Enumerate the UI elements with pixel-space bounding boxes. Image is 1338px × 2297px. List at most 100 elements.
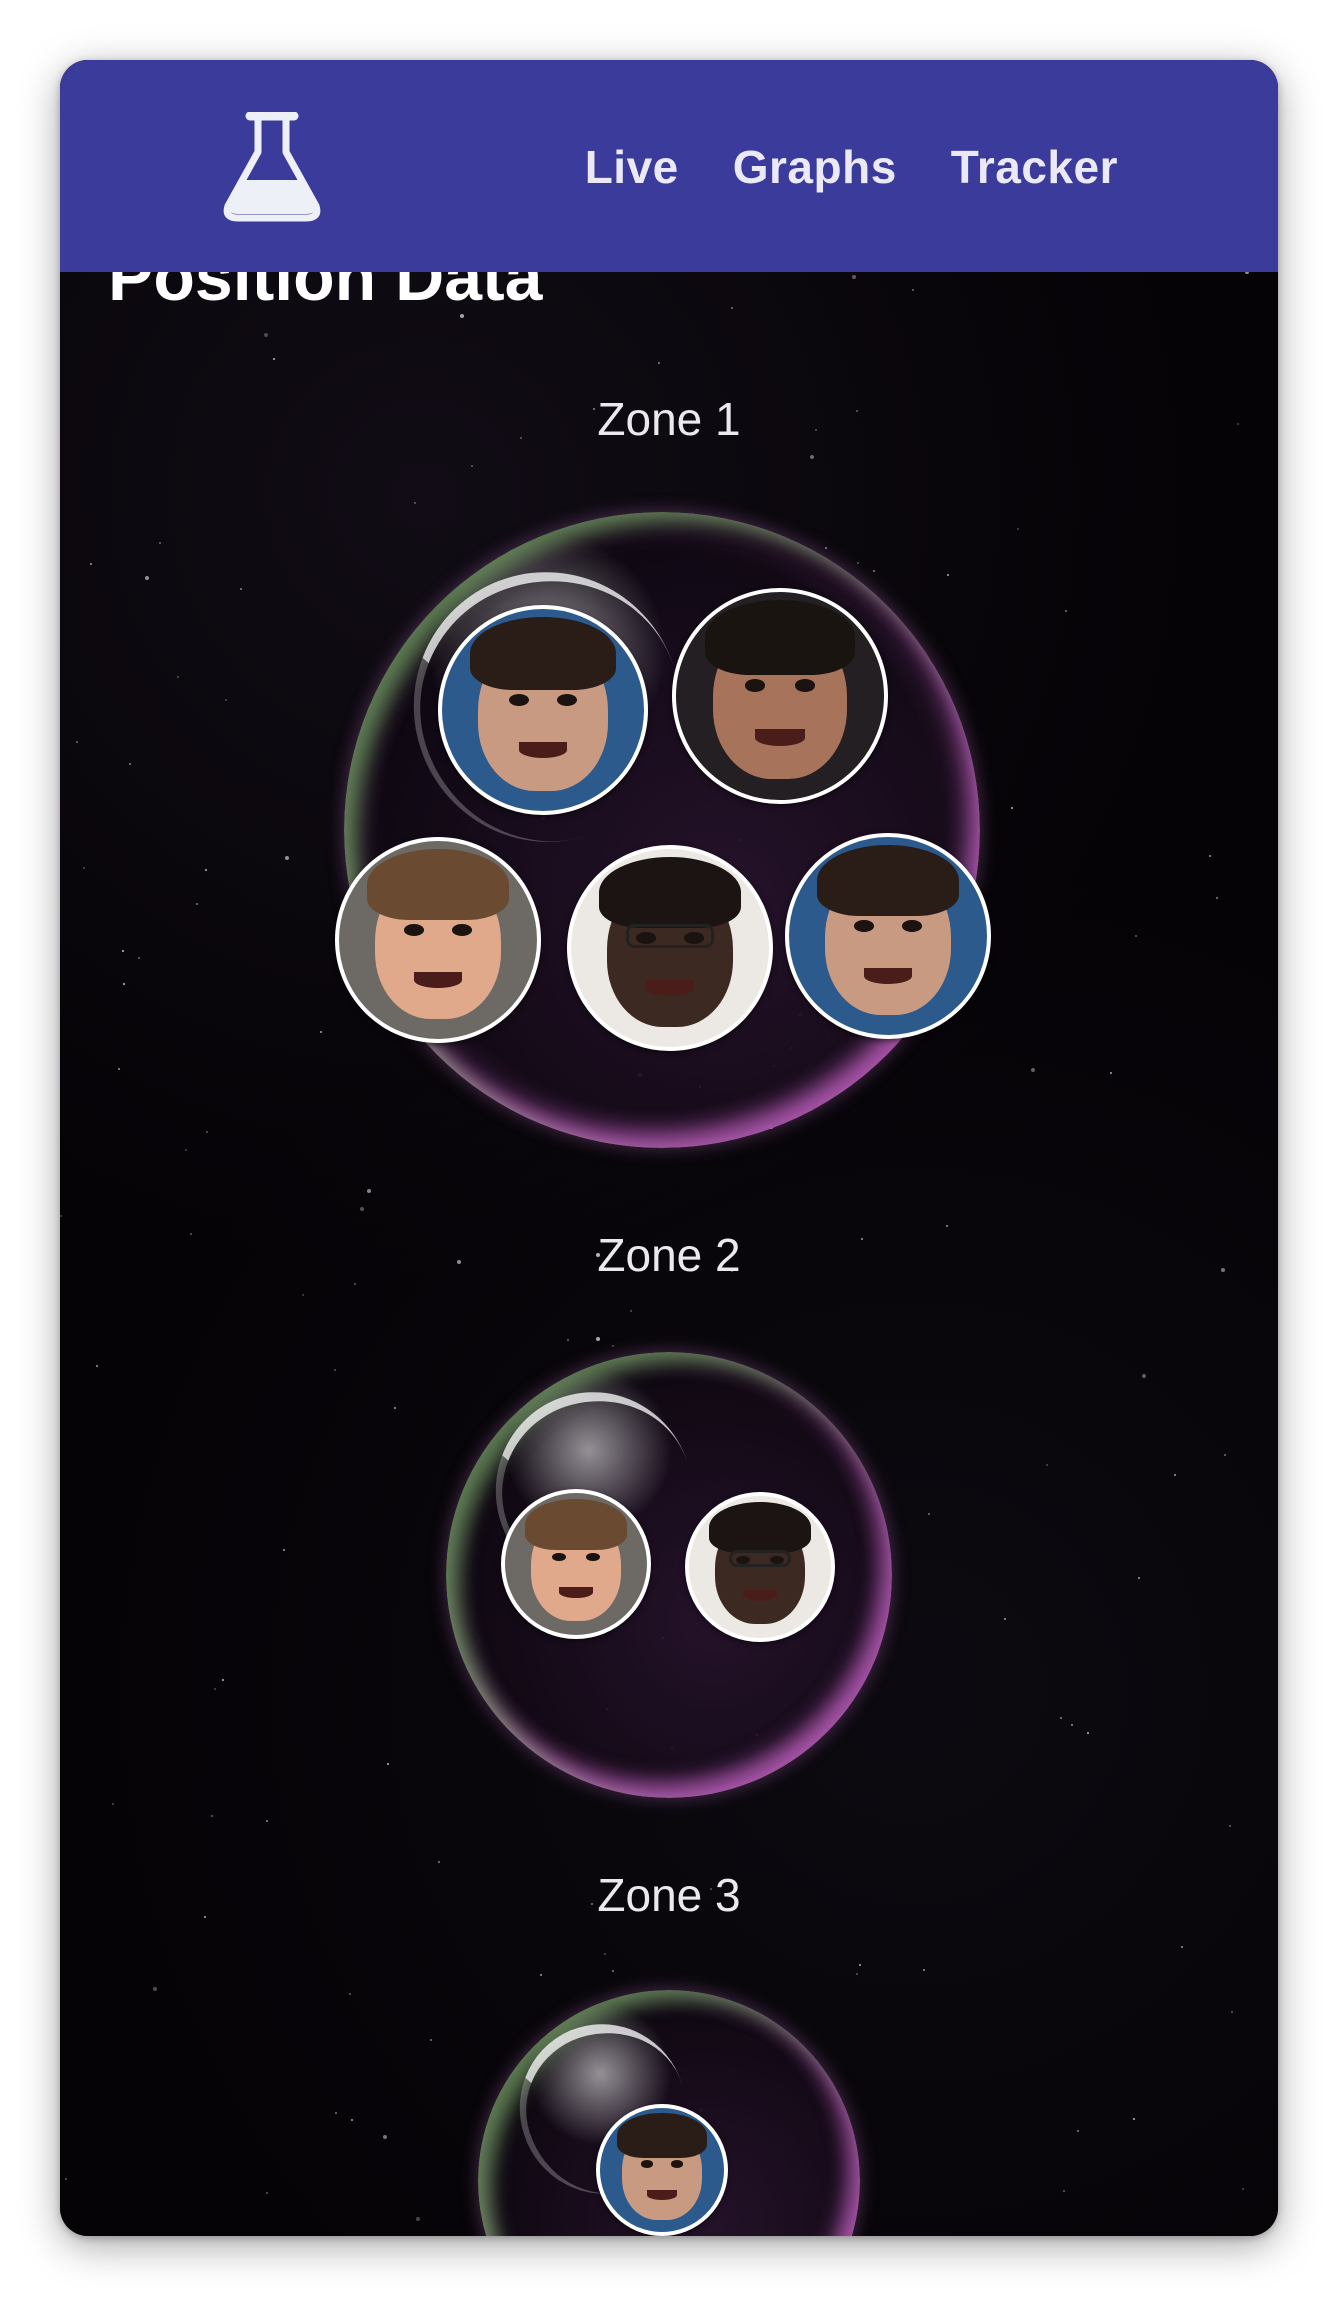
zone-1-avatar-2[interactable] (672, 588, 888, 804)
zone-1-avatar-3[interactable] (335, 837, 541, 1043)
avatar-mouth (755, 729, 805, 746)
star (1215, 896, 1218, 899)
star (211, 1814, 214, 1817)
star (222, 1678, 225, 1681)
avatar-eye (901, 920, 922, 933)
avatar-hair (708, 1501, 812, 1553)
star (1134, 935, 1137, 938)
star (282, 1548, 285, 1551)
zone-2-avatar-1[interactable] (501, 1489, 651, 1639)
star (604, 1953, 607, 1956)
star (360, 1206, 365, 1211)
star (1231, 2011, 1234, 2014)
zone-1-avatar-5[interactable] (785, 833, 991, 1039)
star (630, 1309, 633, 1312)
star (117, 1068, 120, 1071)
star (184, 1148, 187, 1151)
flask-icon[interactable] (220, 112, 324, 222)
star (121, 949, 124, 952)
star (825, 546, 828, 549)
avatar-mouth (646, 979, 694, 996)
avatar-hair (617, 2112, 707, 2158)
star (946, 573, 949, 576)
star (858, 1964, 861, 1967)
star (927, 1512, 930, 1515)
avatar-mouth (864, 967, 912, 984)
avatar-eye (508, 693, 529, 706)
star (128, 763, 131, 766)
star (438, 1861, 440, 1864)
star (1086, 1732, 1089, 1735)
star (429, 2039, 432, 2042)
star (145, 576, 150, 581)
star (64, 2177, 67, 2180)
avatar-eye (551, 1552, 567, 1562)
star (922, 1969, 925, 1972)
zone-3-avatar-1[interactable] (596, 2104, 728, 2236)
avatar-mouth (558, 1586, 594, 1599)
star (353, 1282, 356, 1285)
avatar-eye (451, 924, 472, 937)
avatar-glasses (728, 1549, 792, 1567)
star (266, 2191, 269, 2194)
star (213, 1687, 216, 1690)
star (1228, 1825, 1231, 1828)
star (350, 2119, 353, 2122)
star (612, 1344, 615, 1347)
star (1141, 1374, 1146, 1379)
zone-1-avatar-4[interactable] (567, 845, 773, 1051)
nav-links: Live Graphs Tracker (585, 140, 1118, 194)
star (273, 358, 276, 361)
star (122, 983, 125, 986)
star (414, 502, 417, 505)
star (1109, 1071, 1112, 1074)
zone-2-label: Zone 2 (597, 1229, 741, 1281)
avatar-mouth (742, 1589, 778, 1602)
star (348, 1992, 351, 1995)
avatar-eye (794, 679, 816, 692)
star (1064, 609, 1067, 612)
star (335, 2111, 338, 2114)
avatar-hair (705, 600, 855, 676)
star (1016, 527, 1019, 530)
star (539, 1973, 542, 1976)
avatar-glasses (626, 924, 714, 948)
avatar-hair (366, 848, 510, 921)
star (946, 1224, 949, 1227)
star (112, 1803, 115, 1806)
star (60, 1214, 63, 1217)
avatar-eye (670, 2160, 684, 2168)
app-window: Live Graphs Tracker Position Data Zone 1… (60, 60, 1278, 2236)
star (83, 867, 86, 870)
nav-link-tracker[interactable]: Tracker (951, 140, 1118, 194)
top-navbar: Live Graphs Tracker (60, 60, 1278, 272)
star (1208, 855, 1211, 858)
star (851, 275, 856, 280)
star (334, 1368, 337, 1371)
star (416, 2217, 421, 2222)
avatar-eye (744, 679, 766, 692)
star (809, 454, 814, 459)
avatar-eye (585, 1552, 601, 1562)
zone-1-avatar-1[interactable] (438, 605, 648, 815)
star (1059, 1716, 1062, 1719)
avatar-eye (557, 693, 578, 706)
avatar-hair (816, 844, 960, 917)
star (387, 1762, 390, 1765)
star (1062, 2189, 1065, 2192)
star (76, 740, 79, 743)
nav-link-live[interactable]: Live (585, 140, 679, 194)
nav-link-graphs[interactable]: Graphs (733, 140, 897, 194)
star (1070, 1724, 1073, 1727)
star (567, 1338, 570, 1341)
zone-2-avatar-2[interactable] (685, 1492, 835, 1642)
star (176, 676, 179, 679)
avatar-eye (640, 2160, 654, 2168)
star (657, 362, 660, 364)
star (1223, 1454, 1226, 1457)
star (320, 1031, 323, 1034)
zone-1-bubble[interactable] (344, 512, 980, 1148)
star (1181, 1946, 1184, 1949)
star (1137, 1577, 1140, 1580)
star (1031, 1067, 1036, 1072)
